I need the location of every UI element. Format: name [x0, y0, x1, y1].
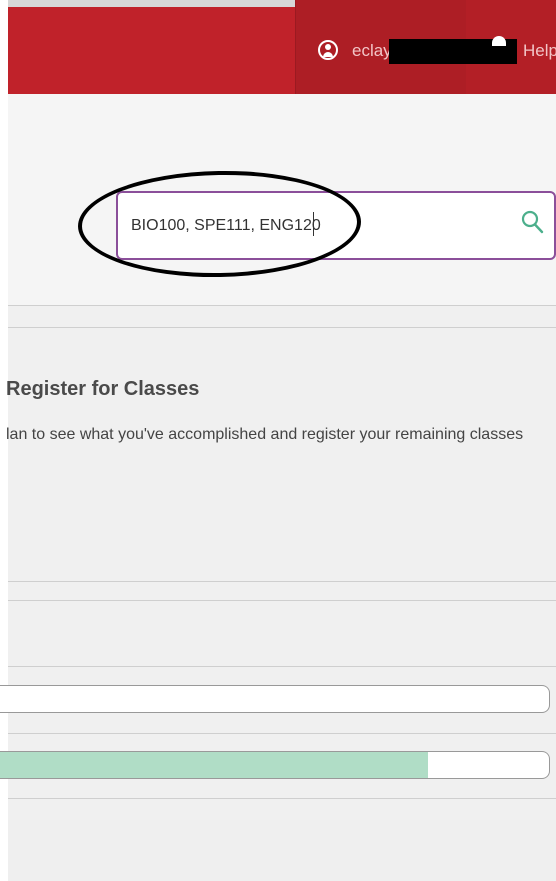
progress-bar [0, 685, 550, 713]
register-title[interactable]: Register for Classes [6, 376, 199, 402]
progress-bar-fill [0, 752, 429, 778]
divider [8, 305, 556, 306]
divider [8, 581, 556, 582]
help-label[interactable]: Help [523, 40, 556, 62]
user-circle-icon [318, 40, 338, 60]
register-description: lan to see what you've accomplished and … [6, 426, 524, 443]
divider [8, 666, 556, 667]
help-icon [492, 36, 506, 46]
divider [8, 733, 556, 734]
username-label[interactable]: eclay [352, 40, 392, 62]
divider [8, 798, 556, 799]
search-icon[interactable] [520, 208, 544, 236]
divider [8, 600, 556, 601]
register-card[interactable] [8, 328, 556, 582]
progress-bar [0, 751, 550, 779]
lower-section [8, 820, 556, 881]
